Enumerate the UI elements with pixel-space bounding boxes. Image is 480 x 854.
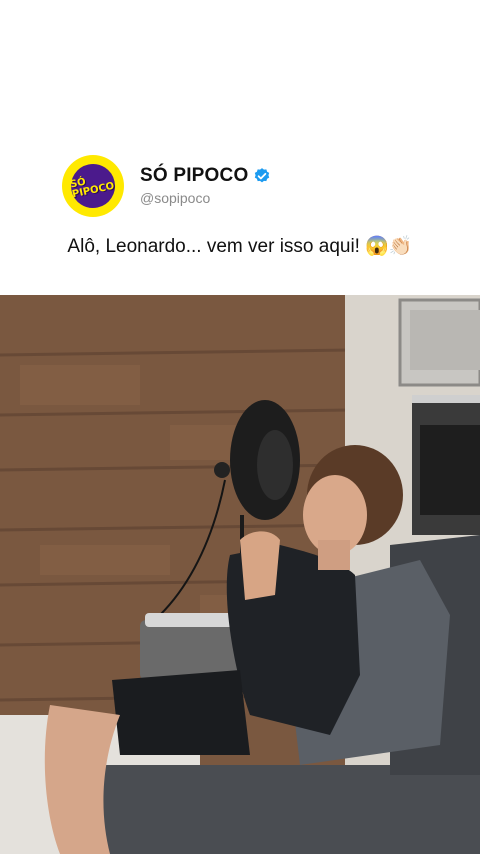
account-avatar[interactable]: SÓ PIPOCO (62, 155, 124, 217)
post-header: SÓ PIPOCO SÓ PIPOCO @sopipoco Alô, Leona… (0, 0, 480, 295)
verified-badge-icon (255, 168, 270, 183)
avatar-logo-text: SÓ PIPOCO (69, 176, 116, 201)
account-handle[interactable]: @sopipoco (140, 190, 210, 206)
account-name-row: SÓ PIPOCO (140, 165, 271, 187)
person-hand (240, 531, 280, 600)
video-frame (0, 295, 480, 854)
sofa (100, 765, 480, 854)
avatar-logo: SÓ PIPOCO (63, 156, 123, 216)
post-video[interactable] (0, 295, 480, 854)
post-caption: Alô, Leonardo... vem ver isso aqui! 😱👏🏻 (67, 236, 413, 257)
account-name[interactable]: SÓ PIPOCO (140, 165, 248, 187)
person-shorts (112, 670, 250, 755)
